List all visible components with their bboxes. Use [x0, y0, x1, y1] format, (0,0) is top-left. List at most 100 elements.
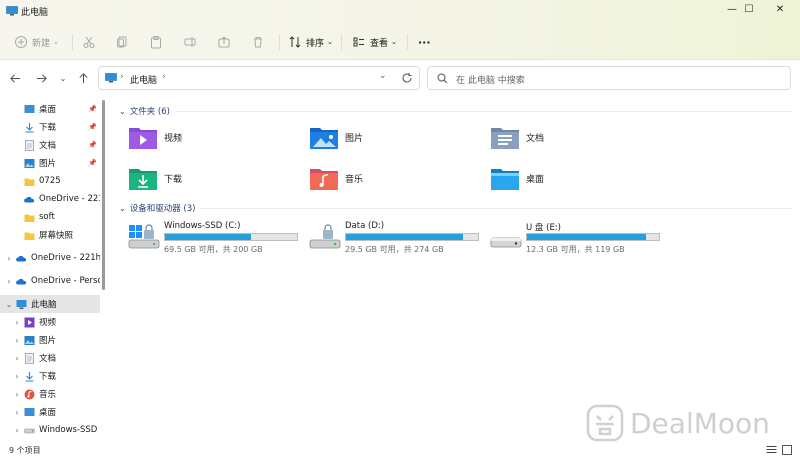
- sidebar-item-pictures[interactable]: 图片 📌: [0, 154, 100, 172]
- drive-c[interactable]: Windows-SSD (C:) 69.5 GB 可用，共 200 GB: [112, 220, 298, 260]
- sidebar-item-soft[interactable]: soft: [0, 208, 100, 226]
- sidebar-item-label: 此电脑: [31, 300, 57, 310]
- chevron-right-icon[interactable]: ›: [12, 426, 22, 435]
- folder-icon: [24, 232, 35, 240]
- drive-d[interactable]: Data (D:) 29.5 GB 可用，共 274 GB: [293, 220, 479, 260]
- sidebar-item-label: 图片: [39, 336, 57, 346]
- sort-button[interactable]: 排序 ⌄: [288, 32, 333, 52]
- arrow-up-icon: [78, 72, 88, 83]
- chevron-right-icon[interactable]: ›: [12, 354, 22, 363]
- sidebar-item-downloads[interactable]: 下载 📌: [0, 118, 100, 136]
- document-icon: [25, 352, 34, 364]
- sidebar-item-label: 桌面: [39, 408, 57, 418]
- sidebar-item-label: OneDrive - 221: [39, 194, 100, 204]
- chevron-down-icon[interactable]: ⌄: [4, 300, 14, 309]
- desktop-folder-icon: [491, 169, 519, 190]
- chevron-right-icon[interactable]: ›: [12, 408, 22, 417]
- hard-drive-icon: [309, 224, 341, 249]
- maximize-button[interactable]: ☐: [733, 0, 765, 22]
- drive-usage-bar: [345, 233, 479, 241]
- sidebar-item-videos[interactable]: › 视频: [0, 313, 100, 331]
- paste-icon: [151, 36, 161, 49]
- sidebar-item-desktop[interactable]: 桌面 📌: [0, 100, 100, 118]
- sidebar-scrollbar[interactable]: [102, 100, 105, 290]
- sidebar-item-onedrive-personal[interactable]: › OneDrive - Perso: [0, 272, 100, 290]
- folder-videos[interactable]: 视频: [112, 118, 282, 156]
- back-button[interactable]: [7, 70, 23, 86]
- chevron-right-icon[interactable]: ›: [12, 372, 22, 381]
- sidebar-item-label: OneDrive - 221h: [31, 253, 100, 263]
- plus-circle-icon: [15, 36, 27, 48]
- music-icon: [24, 389, 35, 399]
- chevron-down-icon: ⌄: [53, 38, 59, 46]
- tiles-view-icon[interactable]: [782, 445, 792, 455]
- sidebar-item-desktop-pc[interactable]: › 桌面: [0, 403, 100, 421]
- cut-button[interactable]: [82, 32, 96, 52]
- arrow-left-icon: [9, 73, 20, 83]
- sidebar-item-music[interactable]: › 音乐: [0, 385, 100, 403]
- chevron-right-icon[interactable]: ›: [4, 277, 14, 286]
- sidebar-item-label: 文档: [39, 354, 57, 364]
- sidebar-item-onedrive-221h[interactable]: › OneDrive - 221h: [0, 249, 100, 267]
- sidebar-item-downloads-pc[interactable]: › 下载: [0, 367, 100, 385]
- folder-documents[interactable]: 文档: [474, 118, 644, 156]
- sidebar-item-pictures-pc[interactable]: › 图片: [0, 331, 100, 349]
- drive-icon: [24, 428, 35, 433]
- sidebar-item-windows-ssd[interactable]: › Windows-SSD (: [0, 421, 100, 439]
- folders-section-header[interactable]: ⌄ 文件夹 (6): [119, 105, 170, 118]
- drive-e[interactable]: U 盘 (E:) 12.3 GB 可用，共 119 GB: [474, 220, 660, 260]
- forward-button[interactable]: [33, 70, 49, 86]
- drive-name: Data (D:): [345, 221, 385, 231]
- folder-pictures[interactable]: 图片: [293, 118, 463, 156]
- folder-downloads[interactable]: 下载: [112, 159, 282, 197]
- section-divider: [176, 111, 792, 112]
- dealmoon-logo: [586, 404, 624, 442]
- sidebar-item-screenshots[interactable]: 屏幕快照: [0, 226, 100, 244]
- onedrive-icon: [24, 196, 35, 202]
- folder-icon: [24, 178, 35, 186]
- sidebar-item-0725[interactable]: 0725: [0, 172, 100, 190]
- arrow-right-icon: [36, 73, 47, 83]
- sidebar-item-documents-pc[interactable]: › 文档: [0, 349, 100, 367]
- folder-desktop[interactable]: 桌面: [474, 159, 644, 197]
- chevron-right-icon[interactable]: ›: [4, 254, 14, 263]
- copy-button[interactable]: [115, 32, 129, 52]
- status-bar: 9 个项目: [0, 442, 800, 458]
- search-box[interactable]: 在 此电脑 中搜索: [427, 66, 791, 90]
- sidebar-item-label: 下载: [39, 123, 57, 133]
- chevron-right-icon[interactable]: ›: [12, 390, 22, 399]
- onedrive-icon: [16, 255, 27, 261]
- sidebar-item-documents[interactable]: 文档 📌: [0, 136, 100, 154]
- breadcrumb-separator: ›: [120, 72, 124, 82]
- drive-free-space: 12.3 GB 可用，共 119 GB: [526, 245, 625, 254]
- sidebar-item-this-pc[interactable]: ⌄ 此电脑: [0, 295, 100, 313]
- pictures-folder-icon: [310, 128, 338, 149]
- close-button[interactable]: ✕: [764, 0, 796, 22]
- more-options-button[interactable]: ···: [418, 32, 431, 52]
- folder-music[interactable]: 音乐: [293, 159, 463, 197]
- scissors-icon: [83, 36, 95, 48]
- address-bar[interactable]: › 此电脑 › ⌄: [98, 66, 420, 90]
- delete-button[interactable]: [251, 32, 265, 52]
- drives-section-header[interactable]: ⌄ 设备和驱动器 (3): [119, 202, 195, 215]
- sidebar-item-onedrive-221[interactable]: OneDrive - 221: [0, 190, 100, 208]
- share-button[interactable]: [217, 32, 231, 52]
- new-button[interactable]: 新建 ⌄: [14, 32, 59, 52]
- desktop-icon: [24, 104, 35, 113]
- address-history-chevron-icon[interactable]: ⌄: [379, 71, 387, 81]
- details-view-icon[interactable]: [766, 445, 777, 455]
- view-button[interactable]: 查看 ⌄: [352, 32, 397, 52]
- rename-button[interactable]: [183, 32, 197, 52]
- folder-label: 下载: [164, 174, 183, 185]
- drive-usage-bar: [526, 233, 660, 241]
- pin-icon: 📌: [88, 159, 97, 167]
- toolbar-divider: [279, 34, 280, 50]
- chevron-right-icon[interactable]: ›: [12, 336, 22, 345]
- breadcrumb-this-pc[interactable]: 此电脑: [130, 73, 157, 86]
- recent-locations-button[interactable]: ⌄: [55, 70, 71, 86]
- refresh-icon[interactable]: [401, 72, 413, 84]
- chevron-right-icon[interactable]: ›: [12, 318, 22, 327]
- paste-button[interactable]: [149, 32, 163, 52]
- pin-icon: 📌: [88, 123, 97, 131]
- up-button[interactable]: [75, 70, 91, 86]
